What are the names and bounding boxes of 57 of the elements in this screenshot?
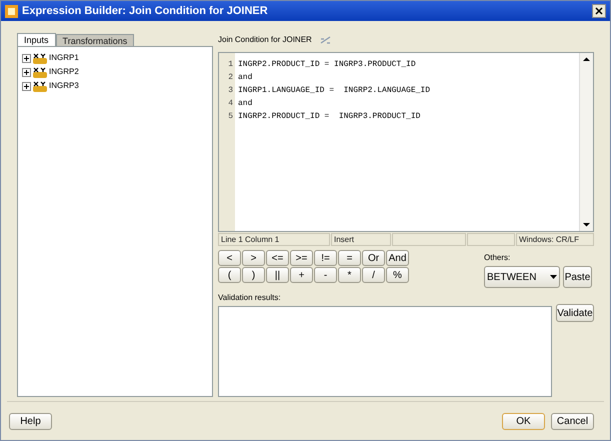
close-icon	[595, 7, 603, 15]
operator-button[interactable]: %	[386, 267, 409, 283]
group-icon	[33, 66, 47, 78]
empty-status-cell	[467, 233, 515, 246]
editor-title: Join Condition for JOINER	[218, 34, 312, 46]
operator-button[interactable]: >	[242, 250, 265, 266]
line-number: 5	[228, 111, 233, 123]
operator-button[interactable]: ||	[266, 267, 289, 283]
line-number: 1	[228, 59, 233, 71]
tab[interactable]: Inputs	[17, 33, 56, 46]
operator-button[interactable]: (	[218, 267, 241, 283]
validate-button[interactable]: Validate	[556, 304, 594, 322]
code-line: and	[238, 72, 254, 84]
status-cell: Insert	[331, 233, 391, 246]
close-button[interactable]	[592, 4, 606, 18]
code-line: INGRP2.PRODUCT_ID = INGRP3.PRODUCT_ID	[238, 59, 417, 71]
group-icon	[33, 52, 47, 64]
help-button[interactable]: Help	[9, 412, 52, 430]
others-label: Others:	[484, 252, 512, 264]
code-line: and	[238, 98, 254, 110]
line-number: 2	[228, 72, 233, 84]
window-title: Expression Builder: Join Condition for JOINER	[22, 4, 268, 19]
line-number: 3	[228, 85, 233, 97]
operator-button[interactable]: -	[314, 267, 337, 283]
status-cell: Windows: CR/LF	[516, 233, 594, 246]
scrollbar[interactable]	[579, 53, 593, 231]
app-icon	[5, 4, 18, 18]
validation-label: Validation results:	[218, 292, 282, 304]
operator-button[interactable]: /	[362, 267, 385, 283]
operator-button[interactable]: And	[386, 250, 409, 266]
ok-button[interactable]: OK	[502, 412, 545, 430]
tree-item[interactable]: INGRP1	[49, 52, 79, 64]
operator-button[interactable]: <	[218, 250, 241, 266]
tree-item[interactable]: INGRP3	[49, 80, 79, 92]
tab[interactable]: Transformations	[56, 34, 134, 46]
expand-icon[interactable]	[22, 54, 31, 62]
cancel-button[interactable]: Cancel	[551, 412, 594, 430]
operator-button[interactable]: )	[242, 267, 265, 283]
status-cell: Line 1 Column 1	[218, 233, 330, 246]
group-icon	[33, 80, 47, 92]
code-line: INGRP1.LANGUAGE_ID = INGRP2.LANGUAGE_ID	[238, 85, 432, 97]
paste-button[interactable]: Paste	[563, 266, 592, 288]
operator-button[interactable]: Or	[362, 250, 385, 266]
operator-button[interactable]: +	[290, 267, 313, 283]
operator-button[interactable]: <=	[266, 250, 289, 266]
code-editor[interactable]: 1 2 3 4 5 INGRP2.PRODUCT_ID = INGRP3.PRODUCT_ID and INGRP1.LANGUAGE_ID = INGRP2.LANGUAGE_ID and INGRP2.PRODUCT_ID = INGRP3.PRODUCT_ID	[218, 52, 594, 232]
tree-item[interactable]: INGRP2	[49, 66, 79, 78]
operator-button[interactable]: *	[338, 267, 361, 283]
operator-button[interactable]: =	[338, 250, 361, 266]
caret-icon	[550, 275, 557, 279]
operator-button[interactable]: !=	[314, 250, 337, 266]
line-number: 4	[228, 98, 233, 110]
expand-icon[interactable]	[22, 68, 31, 76]
operator-button[interactable]: >=	[290, 250, 313, 266]
code-line: INGRP2.PRODUCT_ID = INGRP3.PRODUCT_ID	[238, 111, 422, 123]
others-dropdown[interactable]: BETWEEN	[484, 266, 560, 288]
expand-icon[interactable]	[22, 82, 31, 90]
